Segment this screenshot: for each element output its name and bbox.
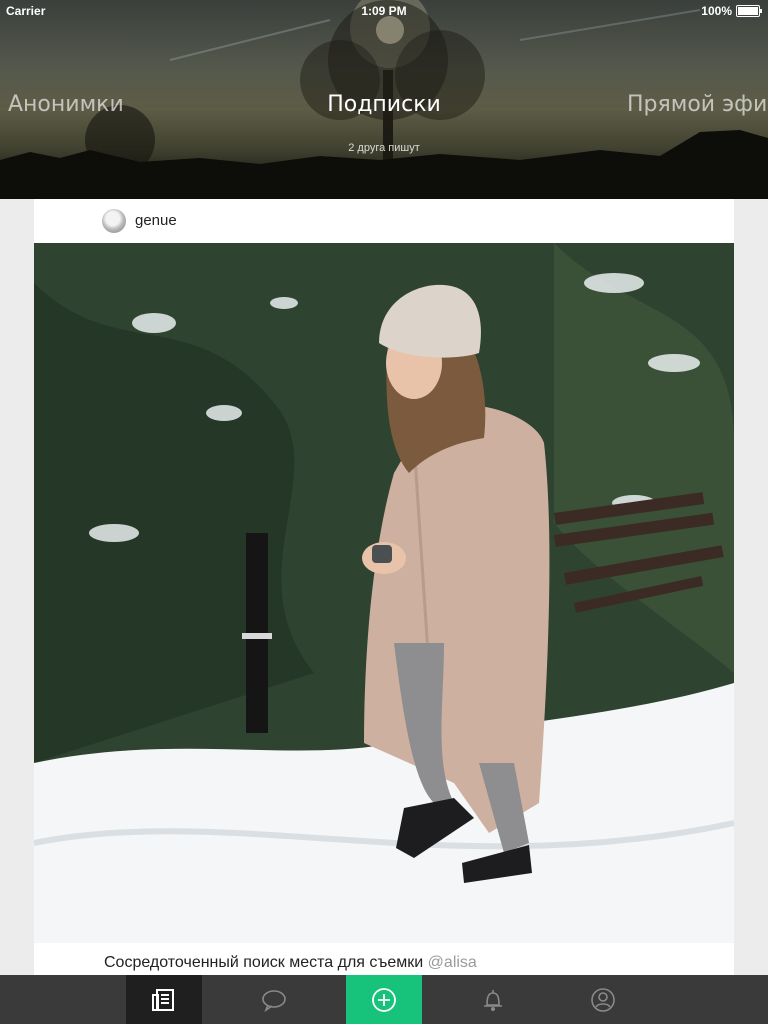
add-circle-icon xyxy=(372,987,396,1012)
battery-indicator: 100% xyxy=(701,4,762,18)
battery-percent: 100% xyxy=(701,4,732,18)
tab-messages[interactable] xyxy=(236,975,312,1024)
status-bar: Carrier 1:09 PM 100% xyxy=(0,0,768,20)
feed-icon xyxy=(152,988,174,1011)
post-card: genue Сосредоточенный поиск места для съ… xyxy=(34,199,734,975)
post-header: genue xyxy=(34,199,734,243)
header: Carrier 1:09 PM 100% Анонимки Подписки П… xyxy=(0,0,768,199)
battery-icon xyxy=(736,5,762,17)
post-username[interactable]: genue xyxy=(135,212,177,229)
tab-notifications[interactable] xyxy=(455,975,531,1024)
tab-profile[interactable] xyxy=(565,975,641,1024)
caption-text: Сосредоточенный поиск места для съемки xyxy=(104,954,424,971)
profile-icon xyxy=(591,987,615,1012)
post-photo[interactable] xyxy=(34,243,734,943)
photo-illustration xyxy=(34,243,734,943)
clock: 1:09 PM xyxy=(361,4,407,18)
caption-mention[interactable]: @alisa xyxy=(428,954,477,971)
bell-icon xyxy=(484,989,502,1011)
header-subtitle: 2 друга пишут xyxy=(348,142,420,154)
tab-bar xyxy=(0,975,768,1024)
chat-bubble-icon xyxy=(262,989,286,1012)
avatar[interactable] xyxy=(102,209,126,233)
tab-compose[interactable] xyxy=(346,975,422,1024)
tab-live[interactable]: Прямой эфи xyxy=(627,92,767,117)
tab-feed[interactable] xyxy=(126,975,202,1024)
post-caption: Сосредоточенный поиск места для съемки @… xyxy=(104,954,477,972)
feed-tabs: Анонимки Подписки Прямой эфи xyxy=(0,92,768,124)
